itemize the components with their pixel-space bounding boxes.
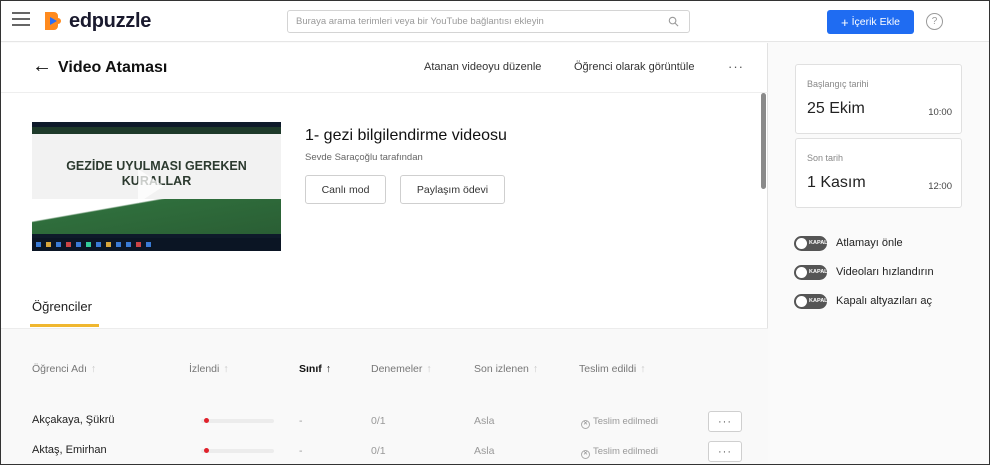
start-date-label: Başlangıç tarihi bbox=[807, 79, 869, 89]
progress-marker bbox=[204, 448, 209, 453]
menu-icon[interactable] bbox=[12, 12, 30, 28]
toggle-label: Atlamayı önle bbox=[836, 237, 903, 249]
sort-arrow-icon: ↑ bbox=[640, 363, 646, 375]
close-circle-icon: ✕ bbox=[581, 420, 590, 429]
column-header-grade[interactable]: Sınıf ↑ bbox=[299, 363, 331, 375]
search-box[interactable] bbox=[287, 10, 690, 33]
due-date-label: Son tarih bbox=[807, 153, 844, 163]
speed-up-videos-switch[interactable]: KAPALI bbox=[794, 264, 829, 280]
column-header-submitted[interactable]: Teslim edildi ↑ bbox=[579, 363, 645, 375]
top-bar: edpuzzle + İçerik Ekle ? bbox=[1, 1, 989, 42]
tab-students[interactable]: Öğrenciler bbox=[32, 299, 92, 314]
students-table: Öğrenci Adı ↑ İzlendi ↑ Sınıf ↑ Denemeler ↑ … bbox=[1, 328, 768, 464]
video-author: Sevde Saraçoğlu tarafından bbox=[305, 152, 423, 163]
search-icon[interactable] bbox=[668, 16, 679, 27]
back-arrow-icon[interactable]: ← bbox=[32, 56, 52, 76]
column-header-last-watched[interactable]: Son izlenen ↑ bbox=[474, 363, 538, 375]
due-date-card[interactable]: Son tarih 1 Kasım 12:00 bbox=[795, 138, 962, 208]
last-watched-value: Asla bbox=[474, 445, 495, 457]
column-header-attempts[interactable]: Denemeler ↑ bbox=[371, 363, 432, 375]
toggle-closed-captions[interactable]: KAPALI Kapalı altyazıları aç bbox=[794, 292, 932, 310]
play-icon[interactable] bbox=[138, 169, 164, 203]
add-content-label: İçerik Ekle bbox=[851, 16, 901, 28]
page-header: ← Video Ataması Atanan videoyu düzenle Ö… bbox=[1, 43, 768, 93]
sort-arrow-icon: ↑ bbox=[223, 363, 229, 375]
start-date-value[interactable]: 25 Ekim bbox=[807, 100, 865, 118]
due-date-value[interactable]: 1 Kasım bbox=[807, 174, 866, 192]
toggle-speed-up-videos[interactable]: KAPALI Videoları hızlandırın bbox=[794, 263, 934, 281]
more-options-icon[interactable]: ··· bbox=[728, 59, 744, 74]
sort-arrow-icon: ↑ bbox=[532, 363, 539, 375]
watched-progress-bar bbox=[201, 448, 274, 453]
start-time-value[interactable]: 10:00 bbox=[928, 107, 952, 118]
progress-marker bbox=[204, 418, 209, 423]
grade-value: - bbox=[299, 445, 303, 457]
table-row[interactable]: Akçakaya, Şükrü - 0/1 Asla ✕ Teslim edilm… bbox=[1, 408, 768, 438]
share-assignment-button[interactable]: Paylaşım ödevi bbox=[400, 175, 505, 204]
sort-arrow-icon: ↑ bbox=[90, 363, 97, 375]
student-name[interactable]: Aktaş, Emirhan bbox=[32, 444, 107, 456]
closed-captions-switch[interactable]: KAPALI bbox=[794, 293, 829, 309]
row-menu-button[interactable]: ··· bbox=[708, 411, 742, 432]
watched-progress-bar bbox=[201, 418, 274, 423]
plus-icon: + bbox=[840, 14, 849, 30]
column-header-watched[interactable]: İzlendi ↑ bbox=[189, 363, 229, 375]
student-view-link[interactable]: Öğrenci olarak görüntüle bbox=[574, 61, 694, 73]
close-circle-icon: ✕ bbox=[581, 450, 590, 459]
grade-value: - bbox=[299, 415, 303, 427]
sort-arrow-icon: ↑ bbox=[325, 363, 331, 375]
video-title: 1- gezi bilgilendirme videosu bbox=[305, 127, 507, 144]
taskbar-strip bbox=[32, 238, 281, 251]
assignment-panel: ← Video Ataması Atanan videoyu düzenle Ö… bbox=[1, 43, 768, 464]
page-title: Video Ataması bbox=[58, 59, 168, 76]
scrollbar[interactable] bbox=[761, 93, 766, 189]
tab-active-indicator bbox=[30, 324, 99, 327]
submission-status: ✕ Teslim edilmedi bbox=[581, 446, 658, 459]
toggle-prevent-skipping[interactable]: KAPALI Atlamayı önle bbox=[794, 234, 903, 252]
live-mode-button[interactable]: Canlı mod bbox=[305, 175, 386, 204]
last-watched-value: Asla bbox=[474, 415, 495, 427]
edit-assignment-link[interactable]: Atanan videoyu düzenle bbox=[424, 61, 541, 73]
table-row[interactable]: Aktaş, Emirhan - 0/1 Asla ✕ Teslim edilme… bbox=[1, 435, 768, 464]
assignment-settings-sidebar: Başlangıç tarihi 25 Ekim 10:00 Son tarih… bbox=[769, 43, 989, 464]
prevent-skipping-switch[interactable]: KAPALI bbox=[794, 235, 829, 251]
toggle-label: Kapalı altyazıları aç bbox=[836, 295, 932, 307]
sort-arrow-icon: ↑ bbox=[426, 363, 432, 375]
video-thumbnail[interactable]: GEZİDE UYULMASI GEREKEN KURALLAR bbox=[32, 122, 281, 251]
start-date-card[interactable]: Başlangıç tarihi 25 Ekim 10:00 bbox=[795, 64, 962, 134]
search-input[interactable] bbox=[288, 11, 658, 32]
due-time-value[interactable]: 12:00 bbox=[928, 181, 952, 192]
app-name: edpuzzle bbox=[69, 9, 152, 32]
add-content-button[interactable]: + İçerik Ekle bbox=[827, 10, 914, 34]
attempts-value: 0/1 bbox=[371, 415, 386, 427]
student-name[interactable]: Akçakaya, Şükrü bbox=[32, 414, 115, 426]
edpuzzle-logo-icon bbox=[45, 12, 61, 30]
toggle-label: Videoları hızlandırın bbox=[836, 266, 934, 278]
attempts-value: 0/1 bbox=[371, 445, 386, 457]
row-menu-button[interactable]: ··· bbox=[708, 441, 742, 462]
logo[interactable]: edpuzzle bbox=[41, 8, 151, 34]
help-icon[interactable]: ? bbox=[926, 13, 943, 30]
submission-status: ✕ Teslim edilmedi bbox=[581, 416, 658, 429]
column-header-student-name[interactable]: Öğrenci Adı ↑ bbox=[32, 363, 96, 375]
app-window: edpuzzle + İçerik Ekle ? ← Video Ataması… bbox=[0, 0, 990, 465]
